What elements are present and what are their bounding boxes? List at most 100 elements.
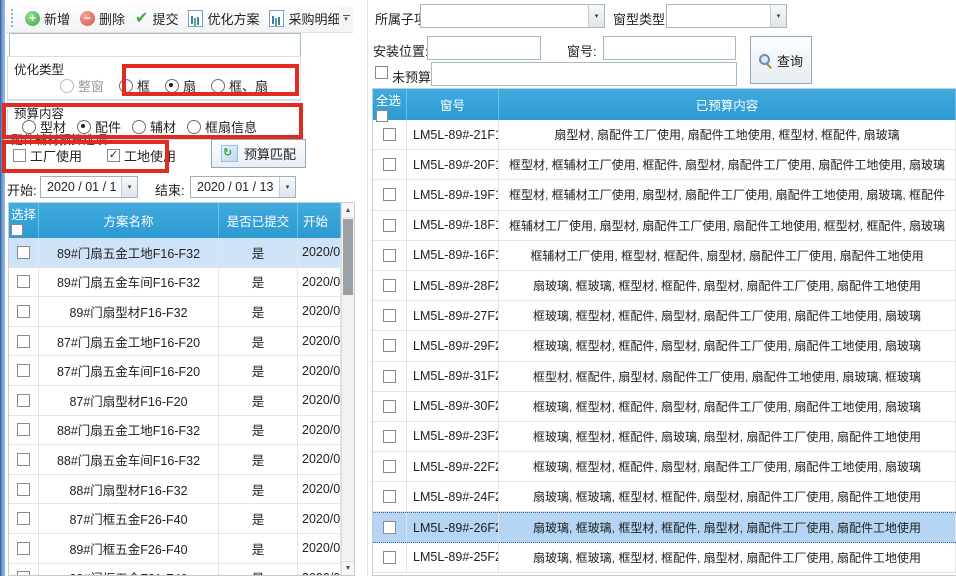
plan-row-6[interactable]: 88#门扇五金工地F16-F32 是 2020/0 — [9, 416, 341, 446]
row-checkbox[interactable] — [383, 339, 396, 352]
plan-start-date: 2020/0 — [298, 238, 341, 267]
plan-row-10[interactable]: 89#门框五金F26-F40 是 2020/0 — [9, 534, 341, 564]
row-checkbox[interactable] — [383, 430, 396, 443]
budget-match-button[interactable]: 预算匹配 — [211, 139, 306, 168]
row-checkbox[interactable] — [17, 335, 30, 348]
window-row-4[interactable]: LM5L-89#-16F15 框辅材工厂使用, 框型材, 框配件, 扇型材, 扇… — [373, 241, 956, 271]
row-checkbox[interactable] — [17, 571, 30, 576]
scroll-down-button[interactable]: ▼ — [342, 561, 354, 575]
window-row-13[interactable]: LM5L-89#-26F24 扇玻璃, 框玻璃, 框型材, 框配件, 扇型材, … — [373, 512, 956, 542]
plan-row-1[interactable]: 89#门扇五金车间F16-F32 是 2020/0 — [9, 268, 341, 298]
row-checkbox[interactable] — [17, 275, 30, 288]
row-checkbox[interactable] — [17, 512, 30, 525]
optimize-type-option-0[interactable]: 整窗 — [60, 76, 104, 95]
chevron-down-icon[interactable]: ▾ — [588, 5, 604, 27]
row-checkbox[interactable] — [383, 309, 396, 322]
row-checkbox[interactable] — [383, 279, 396, 292]
window-no-input[interactable] — [603, 36, 736, 60]
end-date-picker[interactable]: 2020 / 01 / 13 ▾ — [190, 176, 296, 198]
scrollbar-thumb[interactable] — [343, 219, 353, 295]
window-row-1[interactable]: LM5L-89#-20F18 框型材, 框辅材工厂使用, 框配件, 扇型材, 扇… — [373, 150, 956, 180]
window-row-6[interactable]: LM5L-89#-27F25 框玻璃, 框型材, 框配件, 扇型材, 扇配件工厂… — [373, 301, 956, 331]
row-checkbox[interactable] — [383, 551, 396, 564]
plan-table-scrollbar[interactable]: ▲ ▼ — [341, 203, 354, 575]
sub-item-select[interactable]: ▾ — [420, 4, 605, 28]
window-row-9[interactable]: LM5L-89#-30F28 框玻璃, 框型材, 框配件, 扇型材, 扇配件工厂… — [373, 392, 956, 422]
row-checkbox[interactable] — [383, 219, 396, 232]
row-checkbox[interactable] — [383, 460, 396, 473]
chevron-down-icon[interactable]: ▾ — [279, 177, 295, 197]
window-row-2[interactable]: LM5L-89#-19F17 框型材, 框辅材工厂使用, 扇型材, 扇配件工厂使… — [373, 180, 956, 210]
optimize-type-option-1[interactable]: 框 — [119, 76, 150, 95]
row-checkbox[interactable] — [17, 423, 30, 436]
toolbar-grip-icon — [11, 9, 13, 27]
row-checkbox[interactable] — [17, 483, 30, 496]
row-checkbox[interactable] — [383, 188, 396, 201]
install-position-input[interactable] — [427, 36, 541, 60]
plan-row-5[interactable]: 87#门扇型材F16-F20 是 2020/0 — [9, 386, 341, 416]
window-row-5[interactable]: LM5L-89#-28F26 扇玻璃, 框玻璃, 框型材, 框配件, 扇型材, … — [373, 271, 956, 301]
plan-name: 89#门框五金F26-F40 — [39, 534, 219, 563]
budgeted-content-column-header: 已预算内容 — [499, 89, 956, 120]
radio-label: 扇 — [183, 76, 196, 95]
add-button[interactable]: + 新增 — [20, 9, 75, 28]
no-budget-checkbox[interactable] — [375, 66, 388, 79]
scroll-up-button[interactable]: ▲ — [342, 203, 354, 218]
window-row-14[interactable]: LM5L-89#-25F23 扇玻璃, 框玻璃, 框型材, 框配件, 扇型材, … — [373, 543, 956, 573]
row-checkbox[interactable] — [17, 453, 30, 466]
row-checkbox[interactable] — [383, 128, 396, 141]
window-row-11[interactable]: LM5L-89#-22F20 框玻璃, 框型材, 框配件, 扇型材, 扇配件工厂… — [373, 452, 956, 482]
window-type-select[interactable]: ▾ — [666, 4, 787, 28]
optimize-type-option-3[interactable]: 框、扇 — [211, 76, 268, 95]
row-checkbox[interactable] — [17, 394, 30, 407]
plan-start-date: 2020/0 — [298, 327, 341, 356]
plan-search-input[interactable] — [9, 33, 301, 57]
plan-row-7[interactable]: 88#门扇五金车间F16-F32 是 2020/0 — [9, 445, 341, 475]
window-row-0[interactable]: LM5L-89#-21F19 扇型材, 扇配件工厂使用, 扇配件工地使用, 框型… — [373, 120, 956, 150]
chevron-down-icon[interactable]: ▾ — [121, 177, 137, 197]
plan-row-8[interactable]: 88#门扇型材F16-F32 是 2020/0 — [9, 475, 341, 505]
row-checkbox[interactable] — [17, 305, 30, 318]
toolbar-overflow-button[interactable]: ▾ — [339, 7, 353, 30]
row-checkbox[interactable] — [383, 370, 396, 383]
optimize-plan-button[interactable]: 优化方案 — [183, 9, 264, 28]
delete-button-label: 删除 — [99, 9, 125, 28]
budget-content-option-3[interactable]: 框扇信息 — [187, 117, 257, 136]
accessory-option-1[interactable]: 工地使用 — [107, 146, 176, 165]
row-checkbox[interactable] — [383, 521, 396, 534]
plan-name: 89#门扇五金工地F16-F32 — [39, 238, 219, 267]
row-checkbox[interactable] — [383, 249, 396, 262]
plan-row-9[interactable]: 87#门框五金F26-F40 是 2020/0 — [9, 504, 341, 534]
row-checkbox[interactable] — [383, 490, 396, 503]
budgeted-content: 扇玻璃, 框玻璃, 框型材, 框配件, 扇型材, 扇配件工厂使用, 扇配件工地使… — [499, 271, 956, 300]
start-date-picker[interactable]: 2020 / 01 / 1 ▾ — [40, 176, 138, 198]
window-row-10[interactable]: LM5L-89#-23F21 框玻璃, 框型材, 框配件, 扇玻璃, 扇型材, … — [373, 422, 956, 452]
select-all-checkbox[interactable] — [11, 224, 23, 236]
delete-button[interactable]: − 删除 — [75, 9, 130, 28]
window-row-8[interactable]: LM5L-89#-31F29 框型材, 框配件, 扇型材, 扇配件工厂使用, 扇… — [373, 362, 956, 392]
query-button[interactable]: 查询 — [750, 36, 812, 84]
radio-label: 辅材 — [150, 117, 176, 136]
accessory-option-0[interactable]: 工厂使用 — [13, 146, 82, 165]
plan-row-0[interactable]: 89#门扇五金工地F16-F32 是 2020/0 — [9, 238, 341, 268]
window-row-12[interactable]: LM5L-89#-24F22 扇玻璃, 框玻璃, 框型材, 框配件, 扇型材, … — [373, 482, 956, 512]
chevron-down-icon[interactable]: ▾ — [770, 5, 786, 27]
row-checkbox[interactable] — [17, 364, 30, 377]
optimize-type-option-2[interactable]: 扇 — [165, 76, 196, 95]
row-checkbox[interactable] — [17, 542, 30, 555]
budgeted-content: 扇玻璃, 框玻璃, 框型材, 框配件, 扇型材, 扇配件工厂使用, 扇配件工地使… — [499, 543, 956, 572]
plan-row-11[interactable]: 88#门框五金F21-F40 是 2020/0 — [9, 564, 341, 576]
submit-button[interactable]: ✔ 提交 — [130, 9, 183, 28]
window-row-7[interactable]: LM5L-89#-29F27 框玻璃, 框型材, 框配件, 扇型材, 扇配件工厂… — [373, 331, 956, 361]
plan-row-3[interactable]: 87#门扇五金工地F16-F20 是 2020/0 — [9, 327, 341, 357]
row-checkbox[interactable] — [383, 158, 396, 171]
plan-row-2[interactable]: 89#门扇型材F16-F32 是 2020/0 — [9, 297, 341, 327]
row-checkbox[interactable] — [17, 246, 30, 259]
plan-row-4[interactable]: 87#门扇五金车间F16-F20 是 2020/0 — [9, 356, 341, 386]
name-column-header: 方案名称 — [39, 203, 219, 238]
row-checkbox[interactable] — [383, 400, 396, 413]
budget-content-option-2[interactable]: 辅材 — [132, 117, 176, 136]
no-budget-input[interactable] — [431, 62, 737, 86]
radio-label: 框扇信息 — [205, 117, 257, 136]
window-row-3[interactable]: LM5L-89#-18F16 框辅材工厂使用, 扇型材, 扇配件工厂使用, 扇配… — [373, 211, 956, 241]
